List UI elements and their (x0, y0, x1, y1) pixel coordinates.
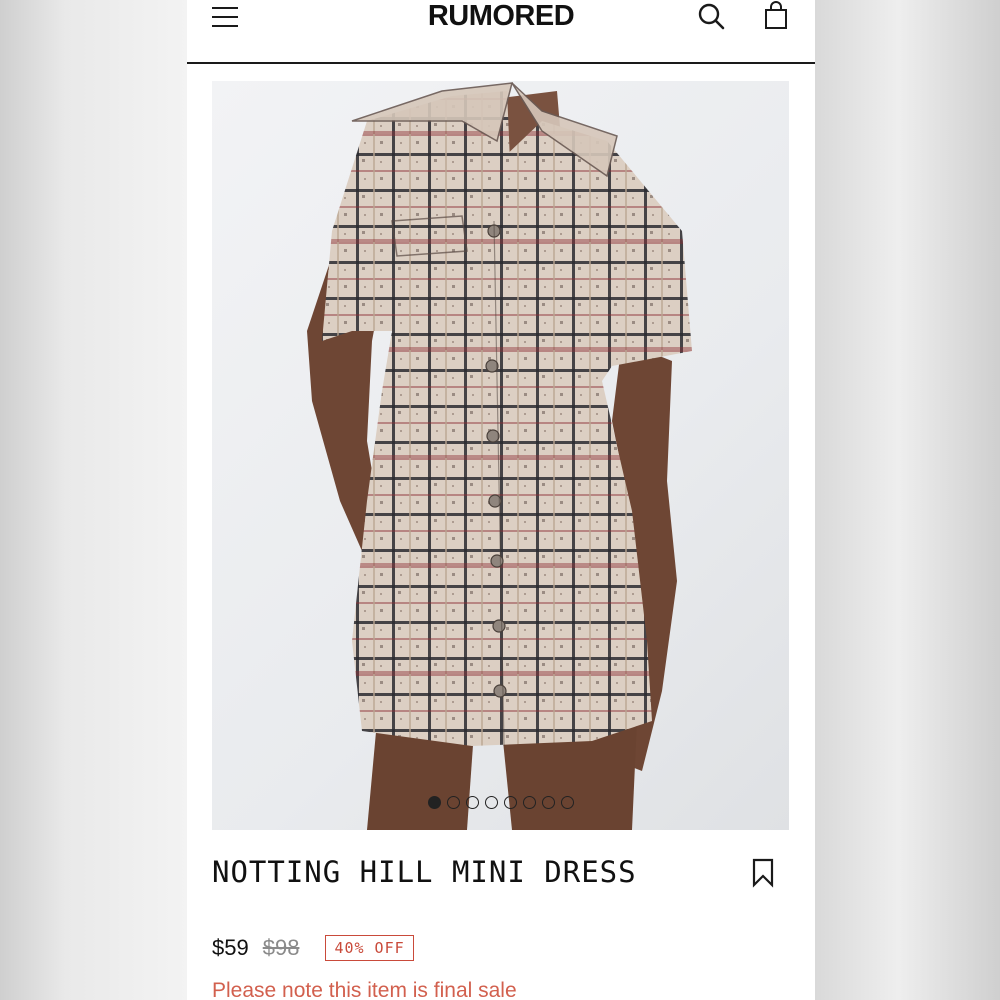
gallery-dot[interactable] (465, 796, 479, 809)
product-image-gallery[interactable] (212, 81, 789, 830)
bag-icon[interactable] (763, 1, 789, 31)
sale-price: $59 (212, 935, 249, 960)
site-header: RUMORED (187, 0, 815, 64)
gallery-dot[interactable] (503, 796, 517, 809)
gallery-dot[interactable] (560, 796, 574, 809)
bookmark-icon[interactable] (751, 858, 775, 888)
original-price: $98 (262, 935, 300, 960)
search-icon[interactable] (697, 1, 727, 31)
product-photo (307, 82, 692, 830)
gallery-dot[interactable] (541, 796, 555, 809)
price-row: $59 $98 40% OFF (212, 933, 414, 963)
mobile-screen: RUMORED NOTTING HILL MINI DRESS $59 $98 … (187, 0, 815, 1000)
background-right (815, 0, 1000, 1000)
gallery-pagination (212, 796, 789, 814)
gallery-dot[interactable] (484, 796, 498, 809)
discount-badge: 40% OFF (325, 935, 414, 961)
gallery-dot[interactable] (446, 796, 460, 809)
gallery-dot[interactable] (522, 796, 536, 809)
product-title: NOTTING HILL MINI DRESS (212, 855, 637, 889)
gallery-dot[interactable] (427, 796, 441, 809)
final-sale-notice: Please note this item is final sale (212, 979, 517, 1000)
menu-icon[interactable] (212, 4, 240, 28)
background-left (0, 0, 187, 1000)
